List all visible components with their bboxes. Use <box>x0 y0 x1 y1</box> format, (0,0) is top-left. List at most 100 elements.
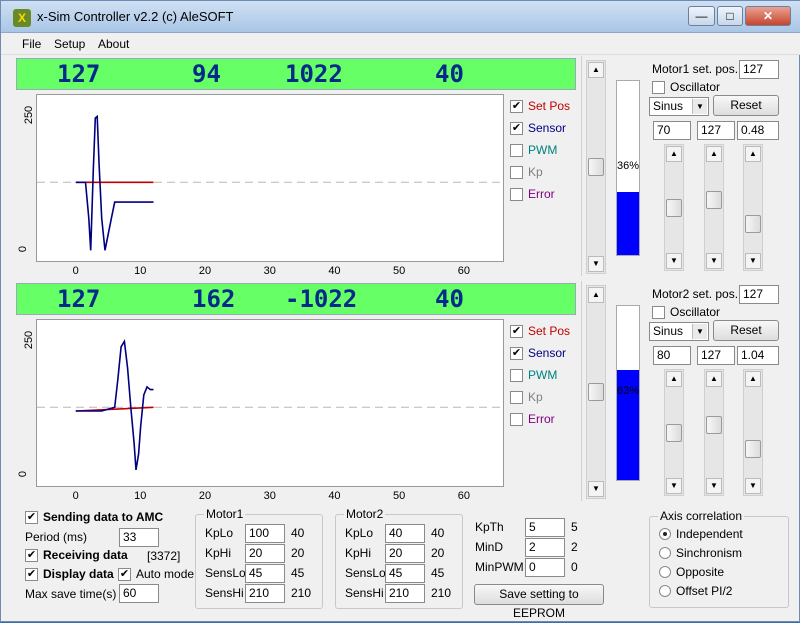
maximize-button[interactable]: □ <box>717 6 743 26</box>
param-input[interactable]: 20 <box>245 544 285 563</box>
legend-label: Set Pos <box>528 99 571 113</box>
series-sensor <box>75 339 154 471</box>
scroll-down-arrow-icon[interactable]: ▼ <box>588 481 604 497</box>
oscillator-slider[interactable]: ▲ ▼ <box>743 144 763 271</box>
set-pos-label: Motor2 set. pos. <box>652 287 739 301</box>
menu-file[interactable]: File <box>22 37 41 51</box>
scroll-up-arrow-icon[interactable]: ▲ <box>666 371 682 387</box>
scroll-down-arrow-icon[interactable]: ▼ <box>666 253 682 269</box>
window-title: x-Sim Controller v2.2 (c) AleSOFT <box>37 9 234 24</box>
radio-offset-pi-2[interactable] <box>659 585 671 597</box>
position-scrollbar[interactable]: ▲ ▼ <box>586 60 606 274</box>
radio-opposite[interactable] <box>659 566 671 578</box>
reset-button[interactable]: Reset <box>713 95 779 116</box>
radio-independent[interactable] <box>659 528 671 540</box>
chevron-down-icon: ▼ <box>692 99 707 114</box>
scroll-thumb[interactable] <box>706 191 722 209</box>
scroll-up-arrow-icon[interactable]: ▲ <box>745 371 761 387</box>
close-button[interactable]: ✕ <box>745 6 791 26</box>
radio-sinchronism[interactable] <box>659 547 671 559</box>
scroll-up-arrow-icon[interactable]: ▲ <box>745 146 761 162</box>
max-save-input[interactable]: 60 <box>119 584 159 603</box>
legend-label: PWM <box>528 143 558 157</box>
param-input[interactable]: 45 <box>245 564 285 583</box>
param-label: SensLo <box>345 566 386 580</box>
param-value: 45 <box>291 566 305 580</box>
oscillator-value-input[interactable]: 80 <box>653 346 691 365</box>
menu-about[interactable]: About <box>98 37 129 51</box>
x-tick-label: 50 <box>393 265 406 277</box>
legend-label: Sensor <box>528 346 567 360</box>
legend-label: Kp <box>528 390 543 404</box>
pwm-gauge: 63% <box>616 305 640 481</box>
param-input[interactable]: 40 <box>385 524 425 543</box>
scroll-thumb[interactable] <box>745 215 761 233</box>
scroll-up-arrow-icon[interactable]: ▲ <box>666 146 682 162</box>
param-input[interactable]: 20 <box>385 544 425 563</box>
param-input[interactable]: 0 <box>525 558 565 577</box>
param-label: KpLo <box>345 526 374 540</box>
waveform-select[interactable]: Sinus ▼ <box>649 97 709 116</box>
title-bar: X x-Sim Controller v2.2 (c) AleSOFT — □ … <box>1 1 800 33</box>
legend-label: Set Pos <box>528 324 571 338</box>
radio-label: Sinchronism <box>676 546 743 560</box>
chart-area <box>36 94 504 262</box>
scroll-thumb[interactable] <box>666 199 682 217</box>
scroll-down-arrow-icon[interactable]: ▼ <box>706 478 722 494</box>
oscillator-value-input[interactable]: 0.48 <box>737 121 779 140</box>
position-scrollbar[interactable]: ▲ ▼ <box>586 285 606 499</box>
param-value: 210 <box>291 586 312 600</box>
oscillator-value-input[interactable]: 127 <box>697 346 735 365</box>
waveform-select[interactable]: Sinus ▼ <box>649 322 709 341</box>
checkbox-icon <box>510 166 523 179</box>
param-input[interactable]: 45 <box>385 564 425 583</box>
scroll-up-arrow-icon[interactable]: ▲ <box>706 371 722 387</box>
scroll-up-arrow-icon[interactable]: ▲ <box>588 62 604 78</box>
oscillator-slider[interactable]: ▲ ▼ <box>664 144 684 271</box>
scroll-thumb[interactable] <box>588 383 604 401</box>
set-pos-input[interactable]: 127 <box>739 285 779 304</box>
scroll-thumb[interactable] <box>706 416 722 434</box>
checkbox-icon <box>510 369 523 382</box>
scroll-up-arrow-icon[interactable]: ▲ <box>588 287 604 303</box>
oscillator-slider[interactable]: ▲ ▼ <box>743 369 763 496</box>
param-input[interactable]: 210 <box>385 584 425 603</box>
param-input[interactable]: 5 <box>525 518 565 537</box>
param-input[interactable]: 2 <box>525 538 565 557</box>
y-tick-label: 0 <box>17 246 30 253</box>
scroll-thumb[interactable] <box>666 424 682 442</box>
radio-label: Offset PI/2 <box>676 584 733 598</box>
param-label: SensHi <box>345 586 384 600</box>
scroll-down-arrow-icon[interactable]: ▼ <box>588 256 604 272</box>
menu-setup[interactable]: Setup <box>54 37 85 51</box>
lcd-value: 1022 <box>285 60 343 88</box>
scroll-down-arrow-icon[interactable]: ▼ <box>706 253 722 269</box>
period-input[interactable]: 33 <box>119 528 159 547</box>
scroll-down-arrow-icon[interactable]: ▼ <box>666 478 682 494</box>
oscillator-value-input[interactable]: 1.04 <box>737 346 779 365</box>
axis-correlation-title: Axis correlation <box>658 509 745 523</box>
scroll-down-arrow-icon[interactable]: ▼ <box>745 253 761 269</box>
x-tick-label: 30 <box>263 265 276 277</box>
scroll-up-arrow-icon[interactable]: ▲ <box>706 146 722 162</box>
reset-button[interactable]: Reset <box>713 320 779 341</box>
oscillator-value-input[interactable]: 70 <box>653 121 691 140</box>
y-tick-label: 250 <box>23 106 36 125</box>
minimize-button[interactable]: — <box>688 6 715 26</box>
param-input[interactable]: 100 <box>245 524 285 543</box>
x-tick-label: 30 <box>263 490 276 502</box>
oscillator-slider[interactable]: ▲ ▼ <box>704 144 724 271</box>
oscillator-value-input[interactable]: 127 <box>697 121 735 140</box>
param-input[interactable]: 210 <box>245 584 285 603</box>
lcd-display: 127 94 1022 40 <box>16 58 576 90</box>
x-tick-label: 60 <box>457 490 471 502</box>
scroll-down-arrow-icon[interactable]: ▼ <box>745 478 761 494</box>
scroll-thumb[interactable] <box>745 440 761 458</box>
oscillator-slider[interactable]: ▲ ▼ <box>704 369 724 496</box>
save-eeprom-button[interactable]: Save setting to EEPROM <box>474 584 604 620</box>
set-pos-input[interactable]: 127 <box>739 60 779 79</box>
param-label: KpHi <box>205 546 232 560</box>
chart-svg <box>37 339 503 471</box>
oscillator-slider[interactable]: ▲ ▼ <box>664 369 684 496</box>
scroll-thumb[interactable] <box>588 158 604 176</box>
